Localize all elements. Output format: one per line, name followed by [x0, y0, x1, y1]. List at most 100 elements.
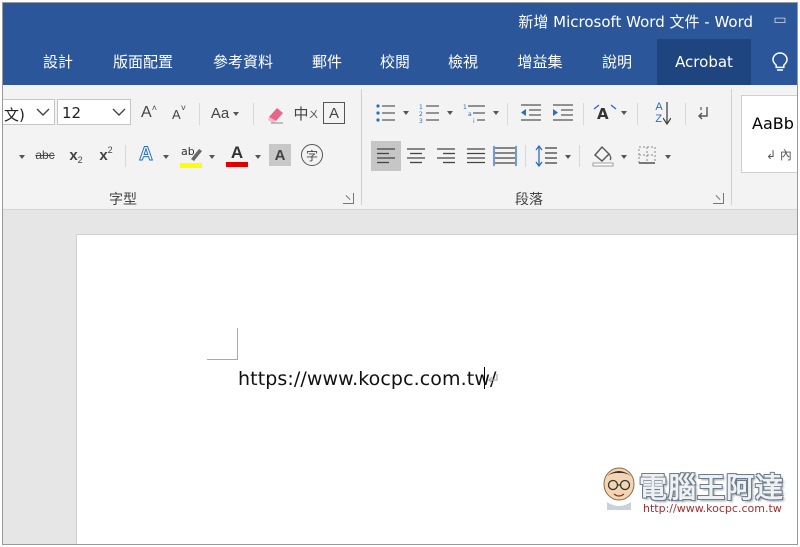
- font-name-value: 文): [4, 106, 25, 124]
- dropdown-arrow-icon[interactable]: [163, 155, 169, 159]
- line-spacing-icon[interactable]: [535, 145, 559, 167]
- ribbon-tabs: 設計 版面配置 參考資料 郵件 校閱 檢視 增益集 說明 Acrobat: [3, 39, 797, 85]
- watermark-brand: 電腦王阿達: [639, 471, 785, 504]
- tab-view[interactable]: 檢視: [437, 39, 489, 85]
- chevron-down-icon: [112, 108, 126, 116]
- font-name-combobox[interactable]: 文): [3, 99, 55, 125]
- justify-icon[interactable]: [465, 147, 487, 165]
- dropdown-arrow-icon[interactable]: [493, 111, 499, 115]
- style-name: ↲ 內: [766, 148, 792, 162]
- group-divider: [731, 89, 732, 205]
- separator: [507, 103, 508, 125]
- sort-letter-a: A: [655, 101, 663, 113]
- group-divider: [361, 89, 362, 205]
- svg-text:3: 3: [419, 118, 423, 123]
- highlight-color-icon[interactable]: ab: [179, 143, 203, 169]
- borders-icon[interactable]: [637, 145, 657, 165]
- numbering-icon[interactable]: 1 2 3: [419, 103, 441, 123]
- align-left-icon: [377, 148, 395, 164]
- dropdown-arrow-icon[interactable]: [621, 111, 627, 115]
- tab-layout[interactable]: 版面配置: [101, 39, 185, 85]
- tell-me-lightbulb-icon[interactable]: [769, 51, 791, 73]
- sort-arrow-icon: [662, 102, 671, 125]
- watermark: 電腦王阿達 http://www.kocpc.com.tw: [597, 462, 797, 518]
- tab-acrobat[interactable]: Acrobat: [657, 39, 751, 85]
- phonetic-guide-button[interactable]: 中ㄨ: [293, 102, 319, 124]
- subscript-label: x: [69, 146, 78, 164]
- tab-references[interactable]: 參考資料: [201, 39, 285, 85]
- dropdown-arrow-icon[interactable]: [447, 111, 453, 115]
- change-case-label: Aa: [210, 104, 230, 122]
- strikethrough-label: abc: [35, 148, 55, 162]
- strikethrough-button[interactable]: abc: [31, 144, 59, 166]
- mascot-logo-icon: [603, 467, 635, 510]
- show-formatting-marks-icon[interactable]: [695, 105, 711, 123]
- phonetic-guide-label: 中: [293, 105, 309, 123]
- sort-button[interactable]: A Z: [649, 99, 677, 127]
- tab-design[interactable]: 設計: [31, 39, 85, 85]
- dropdown-arrow-icon[interactable]: [209, 155, 215, 159]
- increase-indent-icon[interactable]: [551, 103, 575, 123]
- asian-layout-icon[interactable]: A: [593, 101, 617, 125]
- subscript-mark: 2: [77, 155, 83, 165]
- sort-letters: A Z: [655, 101, 662, 125]
- dropdown-arrow-icon[interactable]: [621, 155, 627, 159]
- title-bar: 新增 Microsoft Word 文件 - Word ▭: [3, 3, 797, 39]
- word-window: 新增 Microsoft Word 文件 - Word ▭ 設計 版面配置 參考…: [2, 2, 798, 545]
- enclose-characters-label: 字: [305, 148, 318, 163]
- separator: [525, 145, 526, 167]
- text-effects-button[interactable]: A: [135, 143, 157, 167]
- highlight-color-swatch: [180, 163, 202, 168]
- superscript-label: x: [99, 146, 108, 164]
- ribbon-display-options-icon[interactable]: ▭: [769, 11, 791, 31]
- dropdown-arrow-icon[interactable]: [255, 155, 261, 159]
- font-color-button[interactable]: A: [225, 141, 249, 169]
- shading-icon[interactable]: [591, 143, 615, 167]
- subscript-button[interactable]: x2: [65, 144, 87, 166]
- font-size-combobox[interactable]: 12: [57, 99, 131, 125]
- multilevel-list-icon[interactable]: 1 a i: [463, 103, 487, 123]
- dropdown-arrow-icon: [233, 112, 240, 116]
- tab-mailings[interactable]: 郵件: [301, 39, 353, 85]
- tab-review[interactable]: 校閱: [369, 39, 421, 85]
- character-border-button[interactable]: A: [323, 102, 345, 124]
- decrease-indent-icon[interactable]: [519, 103, 543, 123]
- align-right-icon[interactable]: [435, 147, 457, 165]
- enclose-characters-button[interactable]: 字: [301, 144, 323, 166]
- paragraph-mark-icon: [488, 374, 498, 384]
- styles-gallery-item-normal[interactable]: AaBb ↲ 內: [741, 95, 797, 173]
- shrink-font-button[interactable]: A ˅: [169, 102, 189, 124]
- style-sample-text: AaBb: [752, 114, 794, 133]
- bullets-icon[interactable]: [375, 103, 397, 123]
- tab-help[interactable]: 說明: [591, 39, 643, 85]
- phonetic-icon: ㄨ: [308, 109, 319, 121]
- align-center-icon[interactable]: [405, 147, 427, 165]
- separator: [253, 103, 254, 125]
- watermark-url: http://www.kocpc.com.tw: [643, 502, 782, 515]
- svg-text:2: 2: [419, 111, 423, 118]
- separator: [125, 145, 126, 167]
- align-left-button[interactable]: [371, 141, 401, 171]
- dropdown-arrow-icon[interactable]: [19, 155, 25, 159]
- svg-text:1: 1: [463, 104, 467, 111]
- character-shading-button[interactable]: A: [269, 144, 291, 166]
- font-group-label: 字型: [109, 192, 137, 208]
- change-case-button[interactable]: Aa: [205, 102, 245, 124]
- svg-text:a: a: [468, 111, 472, 118]
- tab-addins[interactable]: 增益集: [505, 39, 575, 85]
- clear-formatting-icon[interactable]: [265, 103, 287, 125]
- paragraph-dialog-launcher-icon[interactable]: [713, 193, 724, 204]
- dropdown-arrow-icon[interactable]: [665, 155, 671, 159]
- superscript-button[interactable]: x2: [95, 144, 117, 166]
- separator: [579, 145, 580, 167]
- document-text[interactable]: https://www.kocpc.com.tw/: [238, 368, 496, 390]
- svg-text:i: i: [473, 118, 475, 123]
- distributed-icon[interactable]: [493, 145, 517, 167]
- dropdown-arrow-icon[interactable]: [403, 111, 409, 115]
- grow-font-button[interactable]: A ˄: [139, 102, 159, 124]
- dropdown-arrow-icon[interactable]: [565, 155, 571, 159]
- caret-down-icon: ˅: [180, 103, 186, 113]
- font-dialog-launcher-icon[interactable]: [343, 193, 354, 204]
- svg-text:1: 1: [419, 104, 423, 111]
- ribbon-home: 文) 12 A ˄ A ˅ Aa 中ㄨ A abc x 2 x 2 A ab A…: [3, 85, 797, 210]
